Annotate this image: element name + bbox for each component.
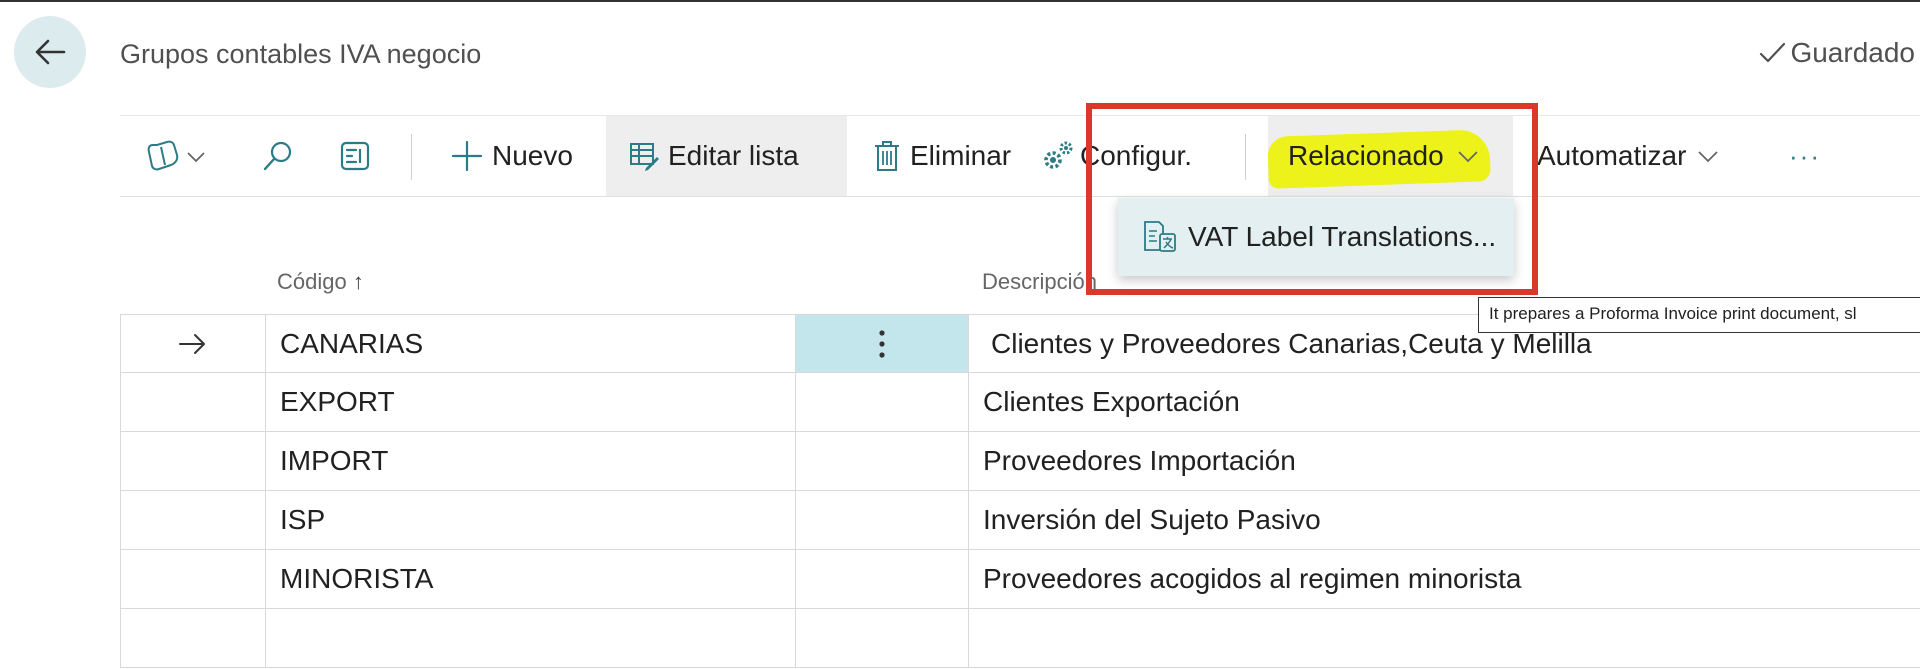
table-row[interactable]: ISP Inversión del Sujeto Pasivo <box>121 491 1920 550</box>
row-selector[interactable] <box>121 373 266 431</box>
code-cell[interactable]: IMPORT <box>266 432 796 490</box>
row-selector[interactable] <box>121 550 266 608</box>
table-row[interactable]: IMPORT Proveedores Importación <box>121 432 1920 491</box>
trash-icon <box>875 141 899 171</box>
toolbar-separator <box>411 134 412 180</box>
checkmark-icon <box>1760 42 1786 63</box>
description-cell[interactable] <box>969 609 1920 667</box>
column-header-code-label: Código <box>277 269 347 294</box>
filter-pane-icon <box>340 141 370 171</box>
sort-ascending-icon: ↑ <box>352 269 364 294</box>
chevron-down-icon <box>1458 151 1478 163</box>
edit-list-icon <box>630 143 659 171</box>
description-cell[interactable]: Proveedores Importación <box>969 432 1920 490</box>
back-arrow-icon <box>35 39 66 65</box>
row-selector[interactable] <box>121 609 266 667</box>
vat-label-translations-menu-item[interactable]: VAT Label Translations... <box>1118 219 1496 255</box>
filter-pane-button[interactable] <box>330 116 380 196</box>
chevron-down-icon <box>1698 151 1719 163</box>
delete-button-label: Eliminar <box>910 140 1012 171</box>
table-row-empty[interactable] <box>121 609 1920 668</box>
row-actions-button[interactable] <box>796 315 969 372</box>
column-header-description[interactable]: Descripción <box>982 269 1097 295</box>
description-cell[interactable]: Proveedores acogidos al regimen minorist… <box>969 550 1920 608</box>
related-menu-label: Relacionado <box>1288 140 1444 171</box>
related-dropdown-menu: VAT Label Translations... <box>1118 198 1514 276</box>
configure-button-label: Configur. <box>1080 140 1193 171</box>
edit-list-button-label: Editar lista <box>668 140 799 171</box>
code-cell[interactable]: EXPORT <box>266 373 796 431</box>
search-icon <box>263 141 292 171</box>
gear-icon <box>1044 141 1073 169</box>
copilot-menu-button[interactable] <box>145 116 221 196</box>
save-status-label: Guardado <box>1790 37 1915 68</box>
row-actions-cell[interactable] <box>796 373 969 431</box>
copilot-icon <box>147 140 179 171</box>
row-selector[interactable] <box>121 491 266 549</box>
action-toolbar: Nuevo Editar lista Eliminar Configur. Re… <box>120 115 1920 197</box>
new-button[interactable]: Nuevo <box>450 116 585 196</box>
description-cell[interactable]: Clientes Exportación <box>969 373 1920 431</box>
toolbar-separator <box>1245 134 1246 180</box>
row-actions-cell[interactable] <box>796 491 969 549</box>
row-selector[interactable] <box>121 315 266 372</box>
row-selector[interactable] <box>121 432 266 490</box>
more-options-icon: ··· <box>1789 140 1821 171</box>
delete-button[interactable]: Eliminar <box>850 116 1012 196</box>
vertical-ellipsis-icon <box>879 329 885 358</box>
chevron-down-icon <box>187 152 205 163</box>
code-cell[interactable] <box>266 609 796 667</box>
row-actions-cell[interactable] <box>796 432 969 490</box>
current-row-arrow-icon <box>179 333 205 354</box>
code-cell[interactable]: MINORISTA <box>266 550 796 608</box>
data-grid: CANARIAS Clientes y Proveedores Canarias… <box>121 314 1920 668</box>
column-header-code[interactable]: Código ↑ <box>277 269 364 295</box>
table-row[interactable]: EXPORT Clientes Exportación <box>121 373 1920 432</box>
tooltip: It prepares a Proforma Invoice print doc… <box>1478 297 1920 333</box>
automate-menu-button[interactable]: Automatizar <box>1537 116 1757 196</box>
description-cell[interactable]: Inversión del Sujeto Pasivo <box>969 491 1920 549</box>
row-actions-cell[interactable] <box>796 550 969 608</box>
search-button[interactable] <box>254 116 302 196</box>
more-options-button[interactable]: ··· <box>1780 116 1830 196</box>
related-menu-button[interactable]: Relacionado <box>1268 116 1513 196</box>
row-actions-cell[interactable] <box>796 609 969 667</box>
translation-document-icon <box>1144 221 1176 252</box>
page-title: Grupos contables IVA negocio <box>120 39 482 69</box>
window-top-border <box>0 0 1920 2</box>
plus-icon <box>451 140 483 172</box>
save-status: Guardado <box>1758 37 1915 69</box>
new-button-label: Nuevo <box>492 140 573 171</box>
automate-menu-label: Automatizar <box>1537 140 1687 171</box>
vat-label-translations-label: VAT Label Translations... <box>1188 221 1497 252</box>
code-cell[interactable]: CANARIAS <box>266 315 796 372</box>
configure-button[interactable]: Configur. <box>1040 116 1210 196</box>
code-cell[interactable]: ISP <box>266 491 796 549</box>
column-header-description-label: Descripción <box>982 269 1097 294</box>
back-button[interactable] <box>14 16 86 88</box>
edit-list-button[interactable]: Editar lista <box>606 116 847 196</box>
table-row[interactable]: MINORISTA Proveedores acogidos al regime… <box>121 550 1920 609</box>
